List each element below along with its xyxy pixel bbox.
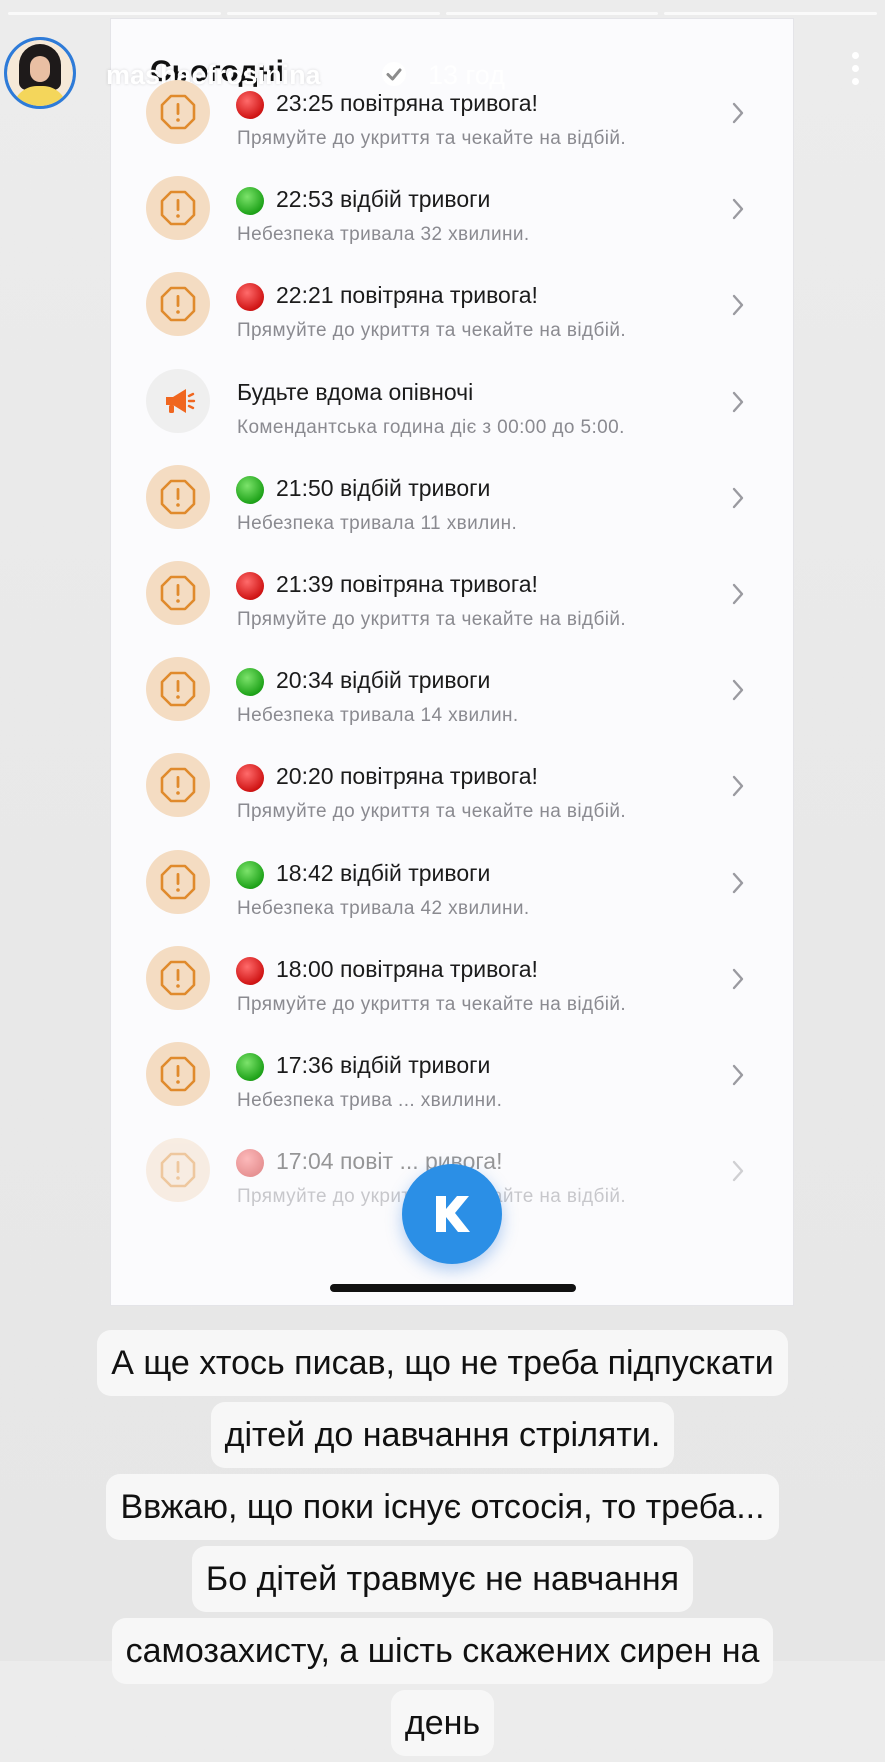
- chevron-right-icon[interactable]: [730, 196, 746, 222]
- alert-subtitle: Небезпека трива ... хвилини.: [237, 1090, 503, 1111]
- chevron-right-icon[interactable]: [730, 1062, 746, 1088]
- alert-octagon-icon: [146, 561, 210, 625]
- chevron-right-icon[interactable]: [730, 292, 746, 318]
- chevron-right-icon[interactable]: [730, 870, 746, 896]
- alert-list-item[interactable]: 17:36 відбій тривоги Небезпека трива ... …: [110, 1032, 794, 1134]
- caption-line: А ще хтось писав, що не треба підпускати: [97, 1330, 788, 1396]
- k-letter-icon: [436, 1196, 470, 1232]
- alert-list-item[interactable]: 18:42 відбій тривоги Небезпека тривала 42…: [110, 840, 794, 942]
- alert-title: 18:42 відбій тривоги: [276, 859, 491, 886]
- chevron-right-icon[interactable]: [730, 677, 746, 703]
- green-status-dot-icon: [236, 475, 264, 504]
- green-status-dot-icon: [236, 1053, 264, 1081]
- caption-line: Ввжаю, що поки існує отсосія, то треба..…: [106, 1474, 779, 1540]
- red-status-dot-icon: [236, 91, 264, 119]
- red-status-dot-icon: [236, 956, 264, 985]
- alert-subtitle: Небезпека тривала 32 хвилини.: [237, 224, 530, 246]
- alert-title: 20:20 повітряна тривога!: [276, 763, 538, 790]
- alert-list-item[interactable]: 22:21 повітряна тривога! Прямуйте до укри…: [110, 262, 794, 364]
- kyiv-digital-k-icon[interactable]: [402, 1164, 502, 1264]
- green-status-dot-icon: [236, 187, 264, 216]
- story-caption: А ще хтось писав, що не треба підпускати…: [0, 1330, 885, 1762]
- alert-title: 21:50 відбій тривоги: [276, 474, 491, 501]
- chevron-right-icon[interactable]: [730, 1158, 746, 1184]
- chevron-right-icon[interactable]: [730, 389, 746, 415]
- alert-octagon-icon: [146, 1042, 210, 1106]
- alert-title: 17:36 відбій тривоги: [276, 1052, 491, 1078]
- red-status-dot-icon: [236, 1149, 264, 1178]
- chevron-right-icon[interactable]: [730, 485, 746, 511]
- alert-title: 21:39 повітряна тривога!: [276, 571, 538, 597]
- alert-subtitle: Небезпека тривала 14 хвилин.: [237, 705, 519, 727]
- alert-octagon-icon: [146, 657, 210, 722]
- alert-title: Будьте вдома опівночі: [237, 378, 474, 405]
- alert-octagon-icon: [146, 753, 210, 818]
- avatar-image: [7, 40, 73, 106]
- red-status-dot-icon: [236, 572, 264, 600]
- chevron-right-icon[interactable]: [730, 966, 746, 992]
- chevron-right-icon[interactable]: [730, 100, 746, 126]
- progress-segment: [8, 12, 221, 15]
- more-options-icon[interactable]: [852, 52, 862, 94]
- alert-list-item[interactable]: 21:39 повітряна тривога! Прямуйте до укри…: [110, 551, 794, 653]
- alert-list-item[interactable]: 22:53 відбій тривоги Небезпека тривала 32…: [110, 166, 794, 268]
- alert-list-item[interactable]: 21:50 відбій тривоги Небезпека тривала 11…: [110, 455, 794, 557]
- progress-segment: [664, 12, 877, 15]
- alert-subtitle: Небезпека тривала 42 хвилини.: [237, 897, 530, 919]
- alert-octagon-icon: [146, 849, 210, 914]
- green-status-dot-icon: [236, 860, 264, 889]
- caption-line: самозахисту, а шість скажених сирен на: [111, 1618, 774, 1684]
- alert-list-item[interactable]: Будьте вдома опівночі Комендантська годин…: [110, 359, 794, 461]
- alert-subtitle: Прямуйте до укриття та чекайте на відбій…: [237, 801, 627, 823]
- alert-subtitle: Прямуйте до укриття та чекайте на відбій…: [237, 128, 627, 149]
- chevron-right-icon[interactable]: [730, 773, 746, 799]
- caption-line: дітей до навчання стріляти.: [210, 1402, 675, 1468]
- avatar[interactable]: [4, 37, 76, 109]
- alert-list-item[interactable]: 23:25 повітряна тривога! Прямуйте до укри…: [110, 70, 794, 172]
- alert-title: 22:21 повітряна тривога!: [276, 282, 538, 309]
- alert-list-item[interactable]: 20:20 повітряна тривога! Прямуйте до укри…: [110, 743, 794, 845]
- alert-list-item[interactable]: 18:00 повітряна тривога! Прямуйте до укри…: [110, 936, 794, 1038]
- alert-octagon-icon: [146, 80, 210, 144]
- alert-octagon-icon: [146, 176, 210, 241]
- alert-title: 18:00 повітряна тривога!: [276, 955, 538, 982]
- home-indicator: [330, 1284, 576, 1292]
- green-status-dot-icon: [236, 668, 264, 697]
- chevron-right-icon[interactable]: [730, 581, 746, 607]
- alert-octagon-icon: [146, 945, 210, 1010]
- megaphone-icon: [146, 368, 210, 433]
- alert-subtitle: Комендантська година діє з 00:00 до 5:00…: [237, 416, 625, 438]
- progress-segment: [445, 12, 659, 15]
- alert-subtitle: Небезпека тривала 11 хвилин.: [237, 512, 518, 534]
- alert-octagon-icon: [146, 464, 210, 529]
- alert-subtitle: Прямуйте до укриття та чекайте на відбій…: [237, 320, 627, 342]
- red-status-dot-icon: [236, 764, 264, 793]
- caption-line: день: [390, 1690, 495, 1756]
- progress-segment: [226, 12, 440, 15]
- alert-title: 20:34 відбій тривоги: [276, 667, 491, 694]
- alert-octagon-icon: [146, 272, 210, 337]
- caption-line: Бо дітей травмує не навчання: [191, 1546, 694, 1612]
- red-status-dot-icon: [236, 283, 264, 312]
- alert-octagon-icon: [146, 1138, 210, 1203]
- story-progress: [8, 12, 877, 16]
- alert-subtitle: Прямуйте до укриття та чекайте на відбій…: [237, 609, 627, 630]
- alert-title: 22:53 відбій тривоги: [276, 186, 491, 213]
- alert-list-item[interactable]: 20:34 відбій тривоги Небезпека тривала 14…: [110, 647, 794, 749]
- alert-subtitle: Прямуйте до укриття та чекайте на відбій…: [237, 993, 627, 1015]
- alert-title: 23:25 повітряна тривога!: [276, 90, 538, 116]
